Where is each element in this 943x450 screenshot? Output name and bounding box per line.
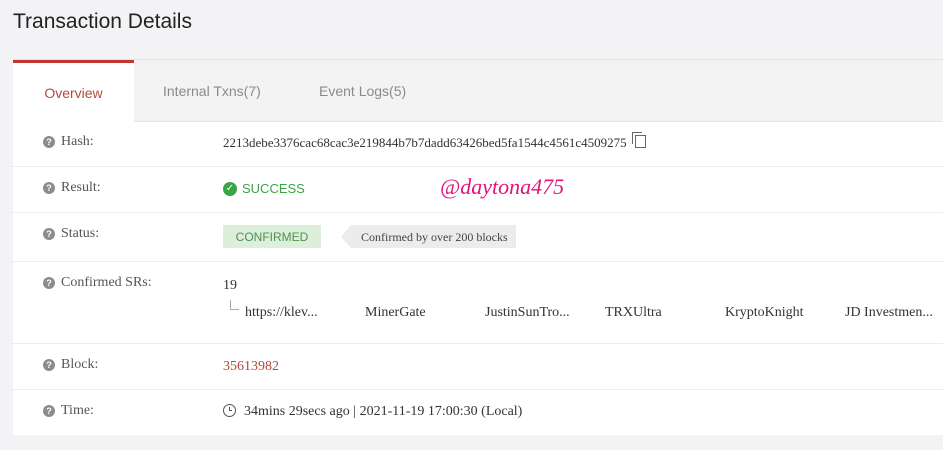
confirmed-srs-count: 19 — [223, 278, 237, 293]
tree-branch-icon — [230, 300, 239, 310]
tab-event-logs[interactable]: Event Logs(5) — [319, 60, 406, 121]
help-icon[interactable]: ? — [43, 136, 55, 148]
sr-item[interactable]: KryptoKnight — [725, 305, 804, 321]
time-row: ? Time: 34mins 29secs ago | 2021-11-19 1… — [13, 390, 943, 435]
help-icon[interactable]: ? — [43, 228, 55, 240]
result-status-text: SUCCESS — [242, 181, 305, 196]
sr-item[interactable]: JD Investmen... — [845, 305, 933, 321]
hash-row: ? Hash: 2213debe3376cac68cac3e219844b7b7… — [13, 121, 943, 167]
confirmation-tooltip: Confirmed by over 200 blocks — [341, 225, 516, 248]
time-label: ? Time: — [43, 403, 94, 419]
watermark: @daytona475 — [440, 174, 565, 199]
hash-value-wrap: 2213debe3376cac68cac3e219844b7b7dadd6342… — [223, 132, 646, 151]
result-value: ✓ SUCCESS — [223, 181, 305, 196]
time-value: 34mins 29secs ago | 2021-11-19 17:00:30 … — [244, 404, 523, 419]
confirmed-srs-label: ? Confirmed SRs: — [43, 275, 152, 291]
block-number-link[interactable]: 35613982 — [223, 359, 279, 375]
tab-internal-txns[interactable]: Internal Txns(7) — [163, 60, 261, 121]
sr-item[interactable]: JustinSunTro... — [485, 305, 570, 321]
sr-item[interactable]: MinerGate — [365, 305, 426, 321]
hash-label: ? Hash: — [43, 134, 94, 150]
hash-label-text: Hash: — [61, 134, 94, 149]
confirmed-srs-label-text: Confirmed SRs: — [61, 275, 152, 290]
clock-icon — [223, 404, 236, 417]
block-row: ? Block: 35613982 — [13, 344, 943, 390]
help-icon[interactable]: ? — [43, 405, 55, 417]
check-circle-icon: ✓ — [223, 181, 237, 196]
status-label: ? Status: — [43, 226, 99, 242]
transaction-card: Overview Internal Txns(7) Event Logs(5) … — [13, 59, 943, 435]
help-icon[interactable]: ? — [43, 182, 55, 194]
time-value-wrap: 34mins 29secs ago | 2021-11-19 17:00:30 … — [223, 404, 522, 420]
confirmed-srs-row: ? Confirmed SRs: 19 — [13, 262, 943, 344]
block-label-text: Block: — [61, 357, 99, 372]
page-title: Transaction Details — [13, 10, 192, 33]
sr-item[interactable]: TRXUltra — [605, 305, 662, 321]
status-badge: CONFIRMED — [223, 225, 321, 248]
copy-icon[interactable] — [631, 132, 646, 148]
hash-value: 2213debe3376cac68cac3e219844b7b7dadd6342… — [223, 135, 627, 150]
time-label-text: Time: — [61, 403, 94, 418]
result-label: ? Result: — [43, 180, 101, 196]
tab-bar: Overview Internal Txns(7) Event Logs(5) — [13, 60, 943, 122]
status-label-text: Status: — [61, 226, 100, 241]
help-icon[interactable]: ? — [43, 277, 55, 289]
sr-item[interactable]: https://klev... — [245, 305, 318, 321]
result-label-text: Result: — [61, 180, 101, 195]
tab-overview[interactable]: Overview — [13, 60, 134, 122]
block-label: ? Block: — [43, 357, 98, 373]
help-icon[interactable]: ? — [43, 359, 55, 371]
